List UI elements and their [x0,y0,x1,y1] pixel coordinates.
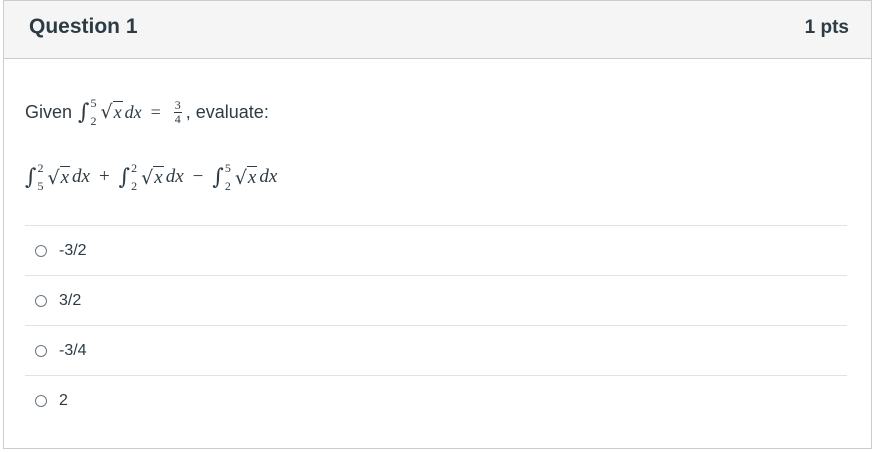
integrand: x [246,165,258,188]
integrand: x [153,165,164,188]
radio-button[interactable] [35,294,47,307]
fraction: 3 4 [173,97,182,126]
upper-limit: 2 [37,161,44,175]
fraction-numerator: 3 [173,97,182,113]
integral-sign: ∫ [25,164,37,190]
answer-label: -3/4 [59,341,87,359]
differential: dx [259,166,278,187]
answer-option[interactable]: 3/2 [25,275,847,325]
answer-option[interactable]: -3/4 [25,325,847,375]
sqrt-expression: √ x [47,165,71,189]
answer-label: 2 [59,391,68,409]
radio-button[interactable] [35,344,47,357]
fraction-denominator: 4 [174,111,181,126]
answer-list: -3/2 3/2 -3/4 2 [25,225,847,425]
given-label: Given [25,101,73,122]
operator: − [192,166,204,187]
answer-option[interactable]: 2 [25,375,847,425]
answer-label: -3/2 [59,241,87,259]
integral-limits: 2 2 [131,162,137,192]
differential: dx [124,101,142,122]
operator: + [98,166,110,187]
sqrt-expression: √ x [141,165,164,189]
question-prompt: Given ∫ 5 2 √ x dx = 3 4 , evaluate: [25,94,269,130]
evaluate-label: , evaluate: [185,101,269,122]
integrand: x [112,101,123,122]
integral-limits: 5 2 [225,162,231,192]
upper-limit: 5 [224,161,231,175]
integral-sign: ∫ [78,99,90,125]
radio-button[interactable] [35,244,47,257]
upper-limit: 2 [131,161,138,175]
integral-sign: ∫ [212,164,224,190]
lower-limit: 2 [90,114,97,128]
upper-limit: 5 [90,96,97,110]
answer-option[interactable]: -3/2 [25,225,847,275]
radio-button[interactable] [35,394,47,407]
question-title: Question 1 [29,15,138,38]
sqrt-expression: √ x [100,101,123,123]
equals-sign: = [150,101,161,122]
integral-limits: 5 2 [91,97,97,127]
lower-limit: 2 [224,179,231,193]
question-points: 1 pts [804,17,849,38]
integral-sign: ∫ [118,164,131,190]
answer-label: 3/2 [59,291,82,309]
differential: dx [165,166,184,187]
integrand: x [59,165,71,188]
question-header: Question 1 1 pts [4,1,871,59]
expression: ∫ 2 5 √ x dx + ∫ 2 2 √ x dx − ∫ 5 2 √ x dx [25,157,277,197]
differential: dx [72,166,90,187]
sqrt-expression: √ x [234,165,258,189]
integral-limits: 2 5 [37,162,43,192]
lower-limit: 5 [37,179,44,193]
lower-limit: 2 [131,179,138,193]
